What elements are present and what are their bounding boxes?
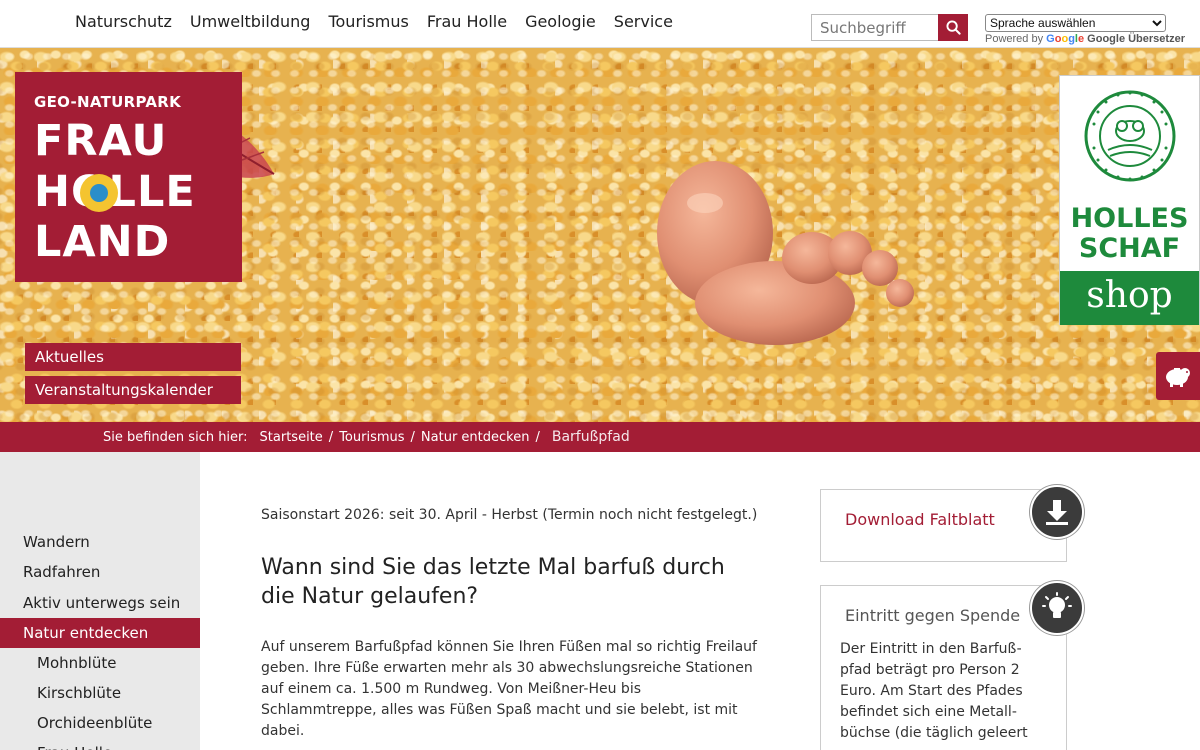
search-button[interactable] xyxy=(938,14,968,41)
piggy-bank-icon xyxy=(1166,368,1190,387)
geo-naturpark-logo[interactable]: GEO-NATURPARK FRAU HOLLE LAND xyxy=(15,72,242,282)
google-logo-letter: e xyxy=(1077,33,1085,45)
nav-item-umweltbildung[interactable]: Umweltbildung xyxy=(181,10,320,34)
sidebar-item-radfahren[interactable]: Radfahren xyxy=(0,557,200,587)
language-select[interactable]: Sprache auswählen xyxy=(985,14,1166,32)
foot-image xyxy=(657,161,914,345)
donation-title: Eintritt gegen Spende xyxy=(845,606,1021,625)
sidebar-item-natur-entdecken[interactable]: Natur entdecken xyxy=(0,618,200,648)
search-form xyxy=(811,14,968,41)
powered-by-label: Powered by xyxy=(985,33,1044,45)
shop-name-line2: SCHAF xyxy=(1078,233,1181,264)
logo-line-land: LAND xyxy=(34,217,171,267)
nav-item-frau-holle[interactable]: Frau Holle xyxy=(418,10,516,34)
left-sidebar: Wandern Radfahren Aktiv unterwegs sein N… xyxy=(0,452,200,750)
breadcrumb-link-startseite[interactable]: Startseite xyxy=(260,430,323,445)
google-translate-link[interactable]: Google Übersetzer xyxy=(1087,33,1185,45)
shop-badge-icon xyxy=(1084,90,1176,182)
hero-quick-links: Aktuelles Veranstaltungskalender xyxy=(25,343,241,409)
hero-banner: GEO-NATURPARK FRAU HOLLE LAND Aktuelles … xyxy=(0,48,1200,422)
breadcrumb-label: Sie befinden sich hier: xyxy=(103,429,248,445)
breadcrumb-separator: / xyxy=(328,429,334,445)
google-logo-letter: g xyxy=(1068,33,1075,45)
nav-item-service[interactable]: Service xyxy=(605,10,682,34)
language-selector: Sprache auswählen xyxy=(985,12,1166,32)
download-faltblatt-link[interactable]: Download Faltblatt xyxy=(845,510,995,529)
download-icon xyxy=(1046,500,1068,525)
sidebar-subitem-kirschbluete[interactable]: Kirschblüte xyxy=(0,678,200,708)
download-button[interactable] xyxy=(1030,485,1084,539)
logo-sun-icon xyxy=(80,174,118,212)
google-logo-letter: G xyxy=(1046,33,1055,45)
nav-item-naturschutz[interactable]: Naturschutz xyxy=(66,10,181,34)
breadcrumb-link-natur-entdecken[interactable]: Natur entdecken xyxy=(421,430,530,445)
breadcrumb-current: Barfußpfad xyxy=(551,429,630,445)
sidebar-subitem-orchideenbluete[interactable]: Orchideenblüte xyxy=(0,708,200,738)
main-navigation: Naturschutz Umweltbildung Tourismus Frau… xyxy=(66,10,682,34)
sidebar-subitem-frau-holle[interactable]: Frau Holle xyxy=(0,738,200,750)
breadcrumb-separator: / xyxy=(535,429,540,445)
search-input[interactable] xyxy=(811,14,938,41)
logo-line-frau: FRAU xyxy=(34,116,168,166)
hero-link-aktuelles[interactable]: Aktuelles xyxy=(25,343,241,371)
nav-item-tourismus[interactable]: Tourismus xyxy=(319,10,417,34)
page-heading: Wann sind Sie das letzte Mal barfuß durc… xyxy=(261,555,725,609)
donation-side-tab[interactable] xyxy=(1156,352,1200,400)
google-logo: Google xyxy=(1046,33,1084,45)
sidebar-subitem-mohnbluete[interactable]: Mohnblüte xyxy=(0,648,200,678)
holles-schaf-shop-banner[interactable]: HOLLES SCHAF shop xyxy=(1059,75,1200,325)
season-info: Saisonstart 2026: seit 30. April - Herbs… xyxy=(261,507,758,523)
nav-item-geologie[interactable]: Geologie xyxy=(516,10,605,34)
lightbulb-badge xyxy=(1030,581,1084,635)
sidebar-item-aktiv-unterwegs[interactable]: Aktiv unterwegs sein xyxy=(0,588,200,618)
download-faltblatt-box[interactable]: Download Faltblatt xyxy=(820,489,1067,562)
lightbulb-icon xyxy=(1042,592,1072,618)
donation-text: Der Eintritt in den Barfuß-pfad beträgt … xyxy=(840,641,1028,741)
intro-paragraph: Auf unserem Barfußpfad können Sie Ihren … xyxy=(261,639,757,739)
shop-word: shop xyxy=(1060,271,1199,325)
top-bar: Naturschutz Umweltbildung Tourismus Frau… xyxy=(0,0,1200,48)
hero-link-veranstaltungskalender[interactable]: Veranstaltungskalender xyxy=(25,376,241,404)
logo-top-line: GEO-NATURPARK xyxy=(34,93,182,111)
google-translate-credit: Powered by Google Google Übersetzer xyxy=(985,33,1185,45)
search-icon xyxy=(945,20,961,35)
breadcrumb-separator: / xyxy=(410,429,415,445)
sidebar-item-wandern[interactable]: Wandern xyxy=(0,527,200,557)
main-content: Saisonstart 2026: seit 30. April - Herbs… xyxy=(261,505,761,742)
breadcrumb-link-tourismus[interactable]: Tourismus xyxy=(339,430,404,445)
shop-name-line1: HOLLES xyxy=(1070,203,1189,234)
breadcrumb: Sie befinden sich hier: Startseite / Tou… xyxy=(0,422,1200,452)
